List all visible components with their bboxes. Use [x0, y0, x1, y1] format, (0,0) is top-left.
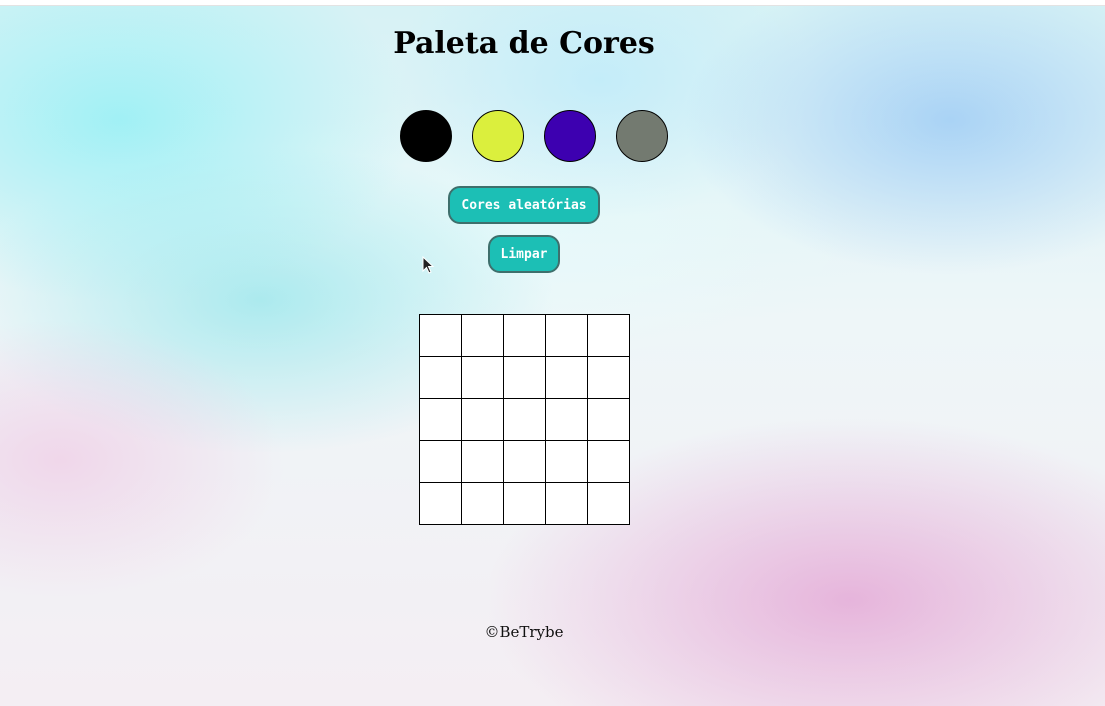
pixel-cell[interactable] — [587, 398, 630, 441]
pixel-board — [419, 314, 630, 525]
pixel-cell[interactable] — [545, 356, 588, 399]
pixel-cell[interactable] — [587, 440, 630, 483]
palette-color-1[interactable] — [400, 110, 452, 162]
pixel-cell[interactable] — [419, 314, 462, 357]
palette-color-3[interactable] — [544, 110, 596, 162]
pixel-cell[interactable] — [503, 440, 546, 483]
pixel-cell[interactable] — [461, 440, 504, 483]
footer-credit: ©BeTrybe — [484, 623, 564, 641]
pixel-cell[interactable] — [503, 356, 546, 399]
pixel-cell[interactable] — [545, 398, 588, 441]
pixel-cell[interactable] — [461, 356, 504, 399]
pixel-cell[interactable] — [503, 314, 546, 357]
clear-board-button[interactable]: Limpar — [488, 235, 560, 273]
pixel-cell[interactable] — [545, 440, 588, 483]
pixel-cell[interactable] — [419, 356, 462, 399]
pixel-cell[interactable] — [419, 440, 462, 483]
mouse-pointer-icon — [422, 256, 435, 274]
random-colors-button[interactable]: Cores aleatórias — [448, 186, 600, 224]
pixel-cell[interactable] — [461, 314, 504, 357]
page-title: Paleta de Cores — [393, 26, 655, 61]
pixel-cell[interactable] — [419, 482, 462, 525]
pixel-cell[interactable] — [587, 314, 630, 357]
pixel-cell[interactable] — [419, 398, 462, 441]
palette-color-2[interactable] — [472, 110, 524, 162]
pixel-cell[interactable] — [503, 482, 546, 525]
palette-color-4[interactable] — [616, 110, 668, 162]
pixel-cell[interactable] — [587, 356, 630, 399]
pixel-cell[interactable] — [461, 398, 504, 441]
pixel-cell[interactable] — [461, 482, 504, 525]
pixel-cell[interactable] — [545, 482, 588, 525]
color-palette — [400, 110, 668, 162]
main-content: Paleta de Cores Cores aleatórias Limpar … — [0, 0, 1105, 706]
pixel-cell[interactable] — [587, 482, 630, 525]
pixel-cell[interactable] — [545, 314, 588, 357]
pixel-cell[interactable] — [503, 398, 546, 441]
